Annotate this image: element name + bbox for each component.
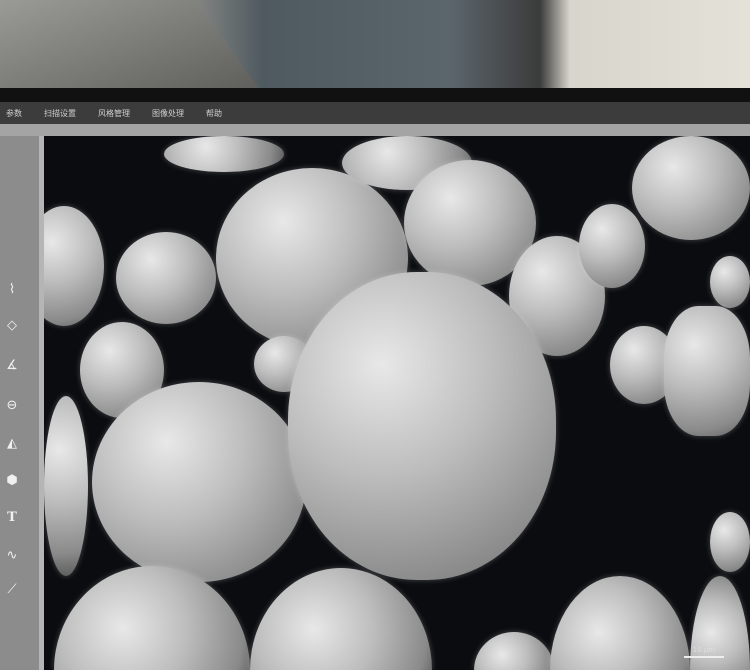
shape-tool-icon[interactable]: ⬢ xyxy=(2,473,22,488)
large-particle xyxy=(288,272,556,580)
monitor-bezel xyxy=(0,88,750,102)
arrow-tool-icon[interactable]: ⟋ xyxy=(2,582,22,597)
scale-bar-line xyxy=(684,656,724,658)
tab-strip xyxy=(0,124,750,136)
particle xyxy=(44,396,88,576)
particle xyxy=(92,382,306,582)
particle xyxy=(250,568,432,670)
particle xyxy=(164,136,284,172)
line-tool-icon[interactable]: ⌇ xyxy=(2,282,22,297)
area-angle-tool-icon[interactable]: ◭ xyxy=(2,436,22,451)
circle-tool-icon[interactable]: ⊖ xyxy=(2,398,22,413)
background-room xyxy=(0,0,750,95)
particle xyxy=(474,632,554,670)
scale-label: 10 μm xyxy=(692,646,716,654)
particle xyxy=(632,136,750,240)
menu-style[interactable]: 风格管理 xyxy=(98,108,130,119)
particle xyxy=(54,566,250,670)
menu-scan-settings[interactable]: 扫描设置 xyxy=(44,108,76,119)
particle xyxy=(710,512,750,572)
waveform-tool-icon[interactable]: ∿ xyxy=(2,548,22,563)
particle xyxy=(44,206,104,326)
measurement-toolbar: ⌇ ◇ ∡ ⊖ ◭ ⬢ T ∿ ⟋ xyxy=(0,136,44,670)
text-tool-icon[interactable]: T xyxy=(2,510,22,525)
menu-image-processing[interactable]: 图像处理 xyxy=(152,108,184,119)
particle xyxy=(550,576,690,670)
menu-bar: 参数 扫描设置 风格管理 图像处理 帮助 xyxy=(0,102,750,124)
particle xyxy=(579,204,645,288)
polygon-tool-icon[interactable]: ◇ xyxy=(2,318,22,333)
particle-cluster xyxy=(664,306,750,436)
particle xyxy=(710,256,750,308)
sem-image-viewer[interactable]: 10 μm xyxy=(44,136,750,670)
particle xyxy=(116,232,216,324)
menu-params[interactable]: 参数 xyxy=(6,108,22,119)
angle-tool-icon[interactable]: ∡ xyxy=(2,358,22,373)
scale-bar: 10 μm xyxy=(684,646,724,658)
menu-help[interactable]: 帮助 xyxy=(206,108,222,119)
paper-sheet xyxy=(0,0,260,90)
